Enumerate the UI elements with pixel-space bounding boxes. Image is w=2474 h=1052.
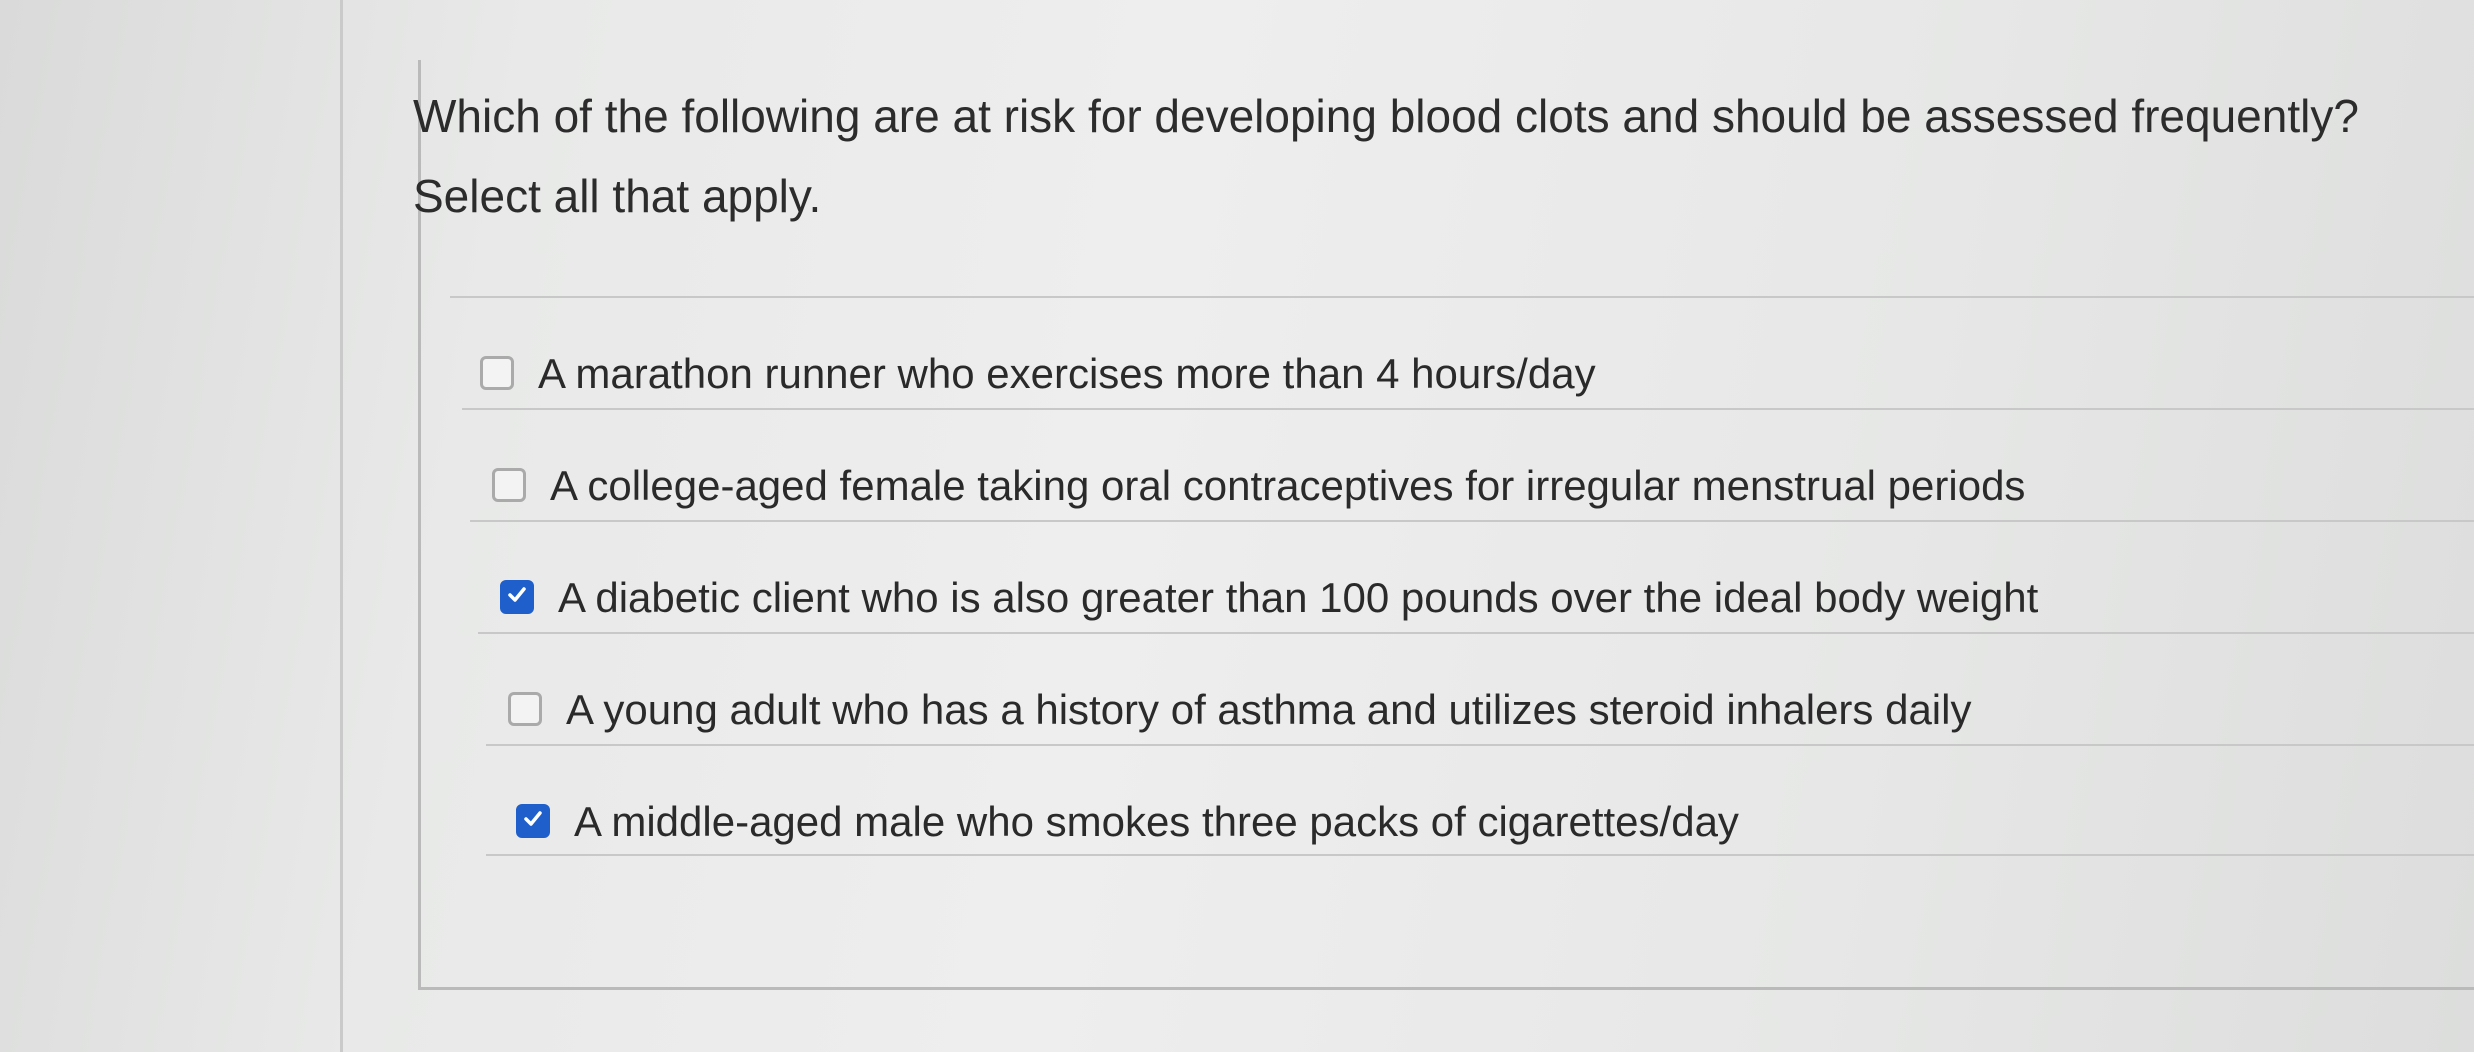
option-label[interactable]: A diabetic client who is also greater th…	[558, 574, 2038, 622]
question-prompt: Which of the following are at risk for d…	[413, 90, 2359, 222]
answer-option[interactable]: A marathon runner who exercises more tha…	[450, 296, 2474, 408]
checkmark-icon	[524, 811, 542, 826]
answer-option[interactable]: A college-aged female taking oral contra…	[462, 408, 2474, 520]
option-label[interactable]: A college-aged female taking oral contra…	[550, 462, 2025, 510]
checkbox-unchecked[interactable]	[480, 356, 514, 390]
answer-option[interactable]: A diabetic client who is also greater th…	[470, 520, 2474, 632]
checkbox-unchecked[interactable]	[508, 692, 542, 726]
option-label[interactable]: A marathon runner who exercises more tha…	[538, 350, 1596, 398]
answer-options: A marathon runner who exercises more tha…	[430, 296, 2474, 856]
option-label[interactable]: A middle-aged male who smokes three pack…	[574, 798, 1739, 846]
checkbox-checked[interactable]	[516, 804, 550, 838]
option-label[interactable]: A young adult who has a history of asthm…	[566, 686, 1971, 734]
screen: Which of the following are at risk for d…	[0, 0, 2474, 1052]
answer-option[interactable]: A young adult who has a history of asthm…	[478, 632, 2474, 744]
checkbox-unchecked[interactable]	[492, 468, 526, 502]
checkmark-icon	[508, 587, 526, 602]
answer-option[interactable]: A middle-aged male who smokes three pack…	[486, 744, 2474, 856]
left-divider	[340, 0, 343, 1052]
checkbox-checked[interactable]	[500, 580, 534, 614]
